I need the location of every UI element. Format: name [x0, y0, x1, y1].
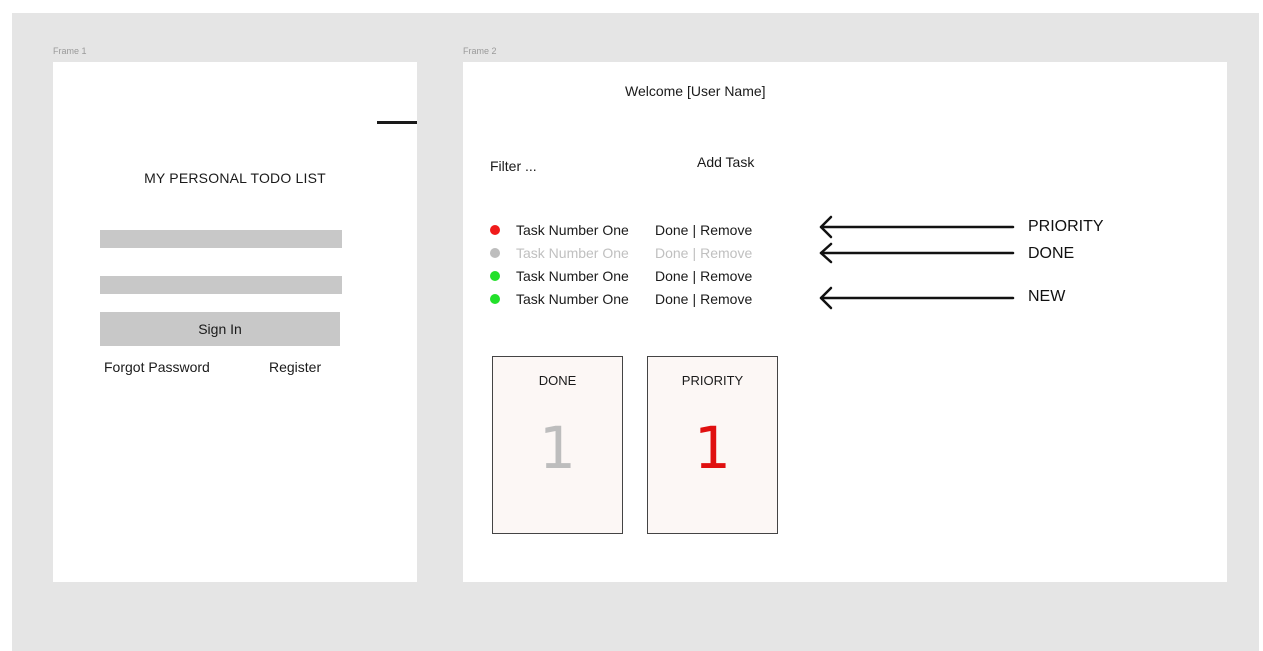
priority-annotation: PRIORITY — [1028, 218, 1104, 235]
frame1-label: Frame 1 — [53, 46, 87, 56]
done-link[interactable]: Done — [655, 291, 688, 307]
new-dot-icon — [490, 294, 500, 304]
dashboard-frame: Welcome [User Name] Filter ... Add Task … — [463, 62, 1227, 582]
add-task-button[interactable]: Add Task — [697, 154, 754, 170]
task-row: Task Number One Done | Remove — [490, 266, 752, 286]
card-title: PRIORITY — [681, 373, 744, 388]
priority-arrow-icon — [819, 215, 1015, 239]
app-title: MY PERSONAL TODO LIST — [144, 170, 326, 186]
priority-count-card: PRIORITY 1 — [647, 356, 778, 534]
card-title: DONE — [538, 373, 577, 388]
password-field[interactable] — [100, 276, 342, 294]
separator: | — [692, 222, 697, 238]
remove-link[interactable]: Remove — [700, 291, 752, 307]
priority-count: 1 — [694, 414, 731, 482]
separator: | — [692, 245, 697, 261]
remove-link[interactable]: Remove — [700, 268, 752, 284]
remove-link[interactable]: Remove — [700, 245, 752, 261]
frame-connector-line — [377, 121, 417, 124]
separator: | — [692, 268, 697, 284]
task-name: Task Number One — [516, 245, 629, 261]
task-name: Task Number One — [516, 268, 629, 284]
forgot-password-link[interactable]: Forgot Password — [104, 359, 210, 375]
priority-dot-icon — [490, 225, 500, 235]
done-arrow-icon — [819, 242, 1015, 264]
done-link[interactable]: Done — [655, 268, 688, 284]
remove-link[interactable]: Remove — [700, 222, 752, 238]
done-count-card: DONE 1 — [492, 356, 623, 534]
register-link[interactable]: Register — [269, 359, 321, 375]
done-count: 1 — [539, 414, 576, 482]
done-dot-icon — [490, 248, 500, 258]
filter-input[interactable]: Filter ... — [490, 158, 537, 174]
annotation-arrows — [819, 215, 1015, 310]
task-row: Task Number One Done | Remove — [490, 220, 752, 240]
task-row: Task Number One Done | Remove — [490, 243, 752, 263]
sign-in-button[interactable]: Sign In — [100, 312, 340, 346]
new-annotation: NEW — [1028, 288, 1066, 305]
login-frame: MY PERSONAL TODO LIST Sign In Forgot Pas… — [53, 62, 417, 582]
task-name: Task Number One — [516, 222, 629, 238]
welcome-text: Welcome [User Name] — [625, 83, 766, 99]
new-arrow-icon — [819, 286, 1015, 310]
username-field[interactable] — [100, 230, 342, 248]
done-link[interactable]: Done — [655, 245, 688, 261]
done-link[interactable]: Done — [655, 222, 688, 238]
separator: | — [692, 291, 697, 307]
frame2-label: Frame 2 — [463, 46, 497, 56]
new-dot-icon — [490, 271, 500, 281]
task-row: Task Number One Done | Remove — [490, 289, 752, 309]
done-annotation: DONE — [1028, 245, 1075, 262]
task-name: Task Number One — [516, 291, 629, 307]
